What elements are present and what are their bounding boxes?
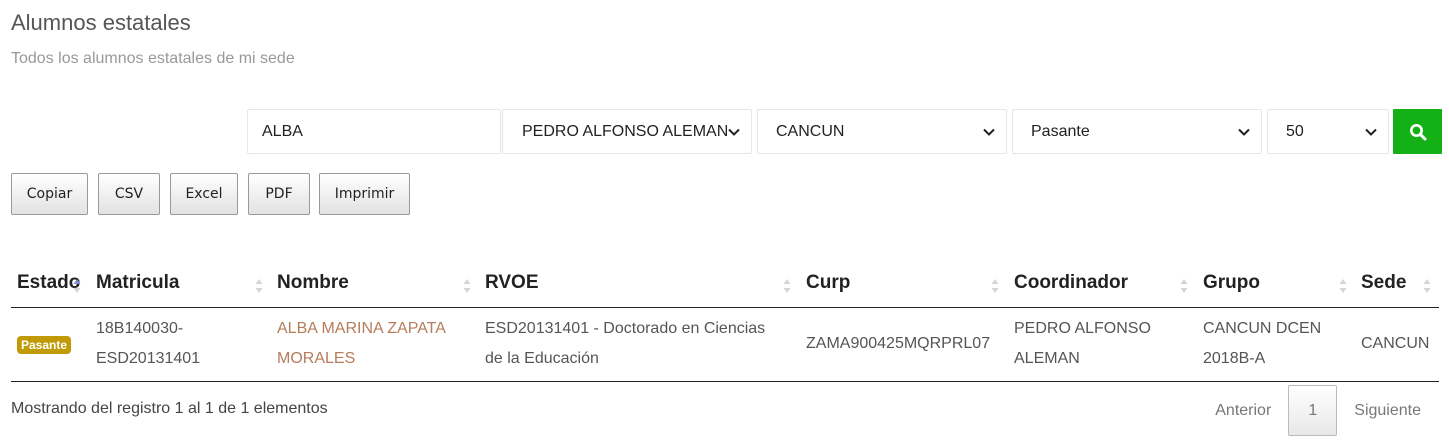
search-input[interactable]: ALBA [247, 109, 501, 154]
status-select[interactable]: Pasante [1012, 109, 1262, 154]
sort-icon [463, 279, 471, 293]
coordinador-line: PEDRO ALFONSO [1014, 320, 1151, 337]
sort-icon [991, 279, 999, 293]
csv-button[interactable]: CSV [98, 173, 160, 215]
sort-icon [1339, 279, 1347, 293]
previous-page-button[interactable]: Anterior [1198, 402, 1288, 420]
students-table: Estado Matricula Nombre RVOE Curp Coordi… [11, 266, 1439, 382]
grupo-cell: CANCUN DCEN 2018B-A [1203, 314, 1321, 374]
matricula-line: ESD20131401 [96, 350, 201, 367]
coordinator-select-value: PEDRO ALFONSO ALEMAN [522, 122, 727, 140]
sort-icon [73, 279, 81, 293]
table-header: Estado Matricula Nombre RVOE Curp Coordi… [11, 266, 1439, 308]
sort-icon [783, 279, 791, 293]
page-subtitle: Todos los alumnos estatales de mi sede [11, 50, 295, 67]
coordinator-select[interactable]: PEDRO ALFONSO ALEMAN [502, 109, 752, 154]
page-size-select[interactable]: 50 [1267, 109, 1389, 154]
pagination: Anterior 1 Siguiente [1198, 385, 1438, 436]
excel-button[interactable]: Excel [170, 173, 238, 215]
curp-cell: ZAMA900425MQRPRL07 [806, 335, 991, 352]
filter-bar: ALBA PEDRO ALFONSO ALEMAN CANCUN Pasante… [247, 109, 1442, 154]
sort-icon [1423, 279, 1431, 293]
coordinador-cell: PEDRO ALFONSO ALEMAN [1014, 314, 1151, 374]
page: Alumnos estatales Todos los alumnos esta… [0, 0, 1449, 442]
rvoe-cell: ESD20131401 - Doctorado en Ciencias de l… [485, 314, 765, 374]
chevron-down-icon [1238, 128, 1250, 136]
column-header-rvoe[interactable]: RVOE [485, 272, 539, 294]
page-title: Alumnos estatales [11, 10, 191, 35]
page-size-select-value: 50 [1286, 122, 1304, 140]
export-buttons: Copiar CSV Excel PDF Imprimir [11, 173, 410, 215]
sede-select-value: CANCUN [776, 122, 845, 140]
coordinador-line: ALEMAN [1014, 350, 1080, 367]
rvoe-line: ESD20131401 - Doctorado en Ciencias [485, 320, 766, 337]
column-header-matricula[interactable]: Matricula [96, 272, 179, 294]
rvoe-line: de la Educación [485, 350, 599, 367]
matricula-line: 18B140030- [96, 320, 184, 337]
column-header-curp[interactable]: Curp [806, 272, 850, 294]
copy-button[interactable]: Copiar [11, 173, 88, 215]
column-header-coordinador[interactable]: Coordinador [1014, 272, 1128, 294]
column-header-sede[interactable]: Sede [1361, 272, 1406, 294]
student-name-line: ALBA MARINA ZAPATA [277, 320, 446, 337]
next-page-button[interactable]: Siguiente [1337, 402, 1438, 420]
sort-icon [1180, 279, 1188, 293]
grupo-line: CANCUN DCEN [1203, 320, 1322, 337]
chevron-down-icon [1365, 128, 1377, 136]
student-name-link[interactable]: ALBA MARINA ZAPATA MORALES [277, 314, 446, 374]
sede-cell: CANCUN [1361, 335, 1430, 352]
sort-icon [255, 279, 263, 293]
table-info: Mostrando del registro 1 al 1 de 1 eleme… [11, 400, 328, 417]
chevron-down-icon [983, 128, 995, 136]
search-input-value: ALBA [262, 122, 303, 140]
search-icon [1409, 123, 1426, 140]
matricula-cell: 18B140030- ESD20131401 [96, 314, 200, 374]
column-header-nombre[interactable]: Nombre [277, 272, 349, 294]
table-row: Pasante 18B140030- ESD20131401 ALBA MARI… [11, 308, 1439, 382]
column-header-grupo[interactable]: Grupo [1203, 272, 1260, 294]
page-1-button[interactable]: 1 [1288, 385, 1338, 436]
status-select-value: Pasante [1031, 122, 1090, 140]
grupo-line: 2018B-A [1203, 350, 1266, 367]
search-button[interactable] [1393, 109, 1442, 154]
chevron-down-icon [728, 128, 740, 136]
status-badge: Pasante [17, 336, 72, 354]
pdf-button[interactable]: PDF [248, 173, 310, 215]
student-name-line: MORALES [277, 350, 356, 367]
print-button[interactable]: Imprimir [319, 173, 410, 215]
column-header-estado[interactable]: Estado [17, 272, 80, 294]
sede-select[interactable]: CANCUN [757, 109, 1007, 154]
